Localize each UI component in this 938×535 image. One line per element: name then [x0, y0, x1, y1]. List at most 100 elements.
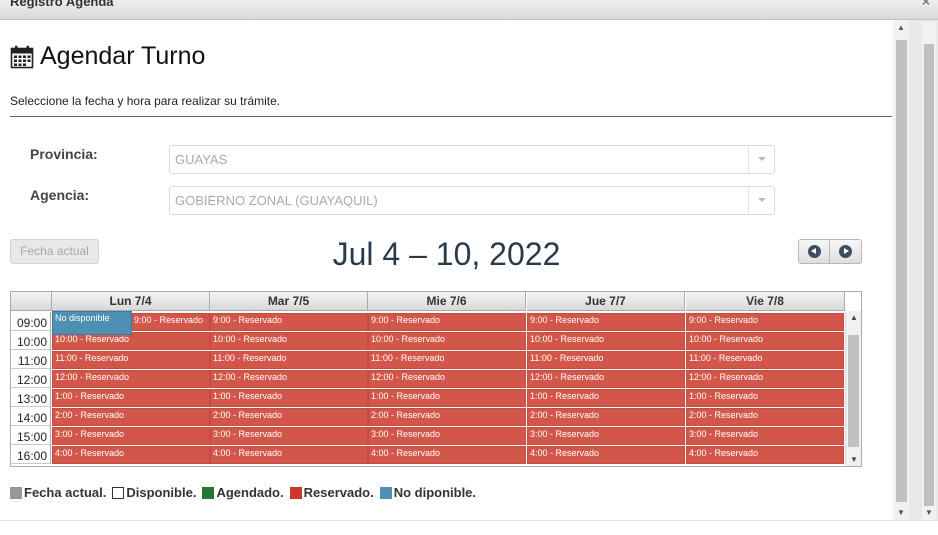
legend-item-agendado: Agendado.	[202, 485, 284, 500]
legend-swatch	[202, 486, 215, 499]
chevron-down-icon[interactable]	[748, 146, 774, 173]
scroll-down-icon[interactable]: ▼	[850, 455, 858, 464]
legend: Fecha actual. Disponible. Agendado. Rese…	[10, 485, 482, 500]
reserved-slot[interactable]: 11:00 - Reservado	[686, 351, 844, 369]
day-header: Lun 7/4	[52, 292, 210, 311]
reserved-slot[interactable]: 9:00 - Reservado	[368, 313, 526, 331]
legend-label: Fecha actual.	[24, 485, 107, 500]
provincia-select[interactable]: GUAYAS	[169, 145, 775, 174]
reserved-slot[interactable]: 10:00 - Reservado	[686, 332, 844, 350]
time-label: 11:00	[11, 350, 51, 369]
week-calendar: ▲ ▼ Lun 7/4 Mar 7/5 Mie 7/6 Jue 7/7 Vie 7/8 0…	[10, 291, 862, 467]
reserved-slot[interactable]: 3:00 - Reservado	[527, 427, 685, 445]
reserved-slot[interactable]: 10:00 - Reservado	[210, 332, 368, 350]
reserved-slot[interactable]: 9:00 - Reservado	[686, 313, 844, 331]
legend-swatch	[112, 486, 125, 499]
divider	[10, 116, 892, 117]
legend-label: Agendado.	[216, 485, 284, 500]
scroll-up-icon[interactable]: ▲	[897, 23, 905, 32]
reserved-slot[interactable]: 3:00 - Reservado	[52, 427, 210, 445]
next-week-button[interactable]	[830, 239, 862, 264]
reserved-slot[interactable]: 1:00 - Reservado	[210, 389, 368, 407]
not-available-slot: No disponible	[52, 311, 132, 335]
next-circle-icon	[839, 245, 852, 258]
time-column-header	[11, 292, 52, 311]
reserved-slot[interactable]: 11:00 - Reservado	[368, 351, 526, 369]
reserved-slot[interactable]: 9:00 - Reservado	[210, 313, 368, 331]
time-label: 16:00	[11, 445, 51, 464]
reserved-slot[interactable]: 4:00 - Reservado	[368, 446, 526, 464]
legend-swatch	[379, 486, 392, 499]
reserved-slot[interactable]: 3:00 - Reservado	[368, 427, 526, 445]
scroll-up-icon[interactable]: ▲	[850, 313, 858, 322]
scroll-thumb[interactable]	[924, 44, 934, 506]
day-header: Mar 7/5	[210, 292, 368, 311]
reserved-slot[interactable]: 12:00 - Reservado	[686, 370, 844, 388]
agencia-select[interactable]: GOBIERNO ZONAL (GUAYAQUIL)	[169, 186, 775, 215]
reserved-slot[interactable]: 4:00 - Reservado	[210, 446, 368, 464]
reserved-slot[interactable]: 12:00 - Reservado	[52, 370, 210, 388]
window-title: Registro Agenda	[10, 0, 114, 9]
day-header: Vie 7/8	[686, 292, 845, 311]
reserved-slot[interactable]: 1:00 - Reservado	[686, 389, 844, 407]
time-label: 15:00	[11, 426, 51, 445]
reserved-slot[interactable]: 12:00 - Reservado	[527, 370, 685, 388]
day-header: Mie 7/6	[368, 292, 526, 311]
chevron-down-icon[interactable]	[748, 187, 774, 214]
reserved-slot[interactable]: 11:00 - Reservado	[527, 351, 685, 369]
reserved-slot[interactable]: 11:00 - Reservado	[210, 351, 368, 369]
scroll-thumb[interactable]	[896, 40, 907, 502]
legend-swatch	[289, 486, 302, 499]
time-label: 13:00	[11, 388, 51, 407]
prev-week-button[interactable]	[798, 239, 830, 264]
prev-circle-icon	[808, 245, 821, 258]
day-header: Jue 7/7	[527, 292, 685, 311]
reserved-slot[interactable]: 2:00 - Reservado	[527, 408, 685, 426]
agencia-value: GOBIERNO ZONAL (GUAYAQUIL)	[175, 193, 378, 208]
scroll-down-icon[interactable]: ▼	[897, 508, 905, 517]
reserved-slot[interactable]: 9:00 - Reservado	[131, 313, 210, 331]
reserved-slot[interactable]: 2:00 - Reservado	[686, 408, 844, 426]
reserved-slot[interactable]: 2:00 - Reservado	[368, 408, 526, 426]
reserved-slot[interactable]: 1:00 - Reservado	[527, 389, 685, 407]
page-scrollbar[interactable]: ▼	[922, 22, 936, 520]
page-title-text: Agendar Turno	[40, 42, 206, 70]
legend-item-disponible: Disponible.	[112, 485, 196, 500]
reserved-slot[interactable]: 4:00 - Reservado	[527, 446, 685, 464]
provincia-label: Provincia:	[30, 146, 98, 162]
reserved-slot[interactable]: 1:00 - Reservado	[368, 389, 526, 407]
legend-item-reservado: Reservado.	[289, 485, 374, 500]
time-label: 09:00	[11, 312, 51, 331]
modal-scrollbar[interactable]: ▲ ▼	[893, 20, 909, 520]
reserved-slot[interactable]: 4:00 - Reservado	[52, 446, 210, 464]
calendar-scrollbar[interactable]: ▲ ▼	[845, 311, 861, 466]
time-label: 10:00	[11, 331, 51, 350]
legend-label: Disponible.	[126, 485, 197, 500]
close-icon[interactable]: ×	[922, 0, 930, 9]
reserved-slot[interactable]: 1:00 - Reservado	[52, 389, 210, 407]
reserved-slot[interactable]: 11:00 - Reservado	[52, 351, 210, 369]
reserved-slot[interactable]: 10:00 - Reservado	[368, 332, 526, 350]
modal-body: Agendar Turno Seleccione la fecha y hora…	[0, 20, 893, 520]
reserved-slot[interactable]: 2:00 - Reservado	[210, 408, 368, 426]
legend-swatch	[10, 486, 22, 499]
reserved-slot[interactable]: 12:00 - Reservado	[210, 370, 368, 388]
reserved-slot[interactable]: 3:00 - Reservado	[686, 427, 844, 445]
legend-item-fecha-actual: Fecha actual.	[10, 485, 106, 500]
window-titlebar: Registro Agenda ×	[0, 0, 938, 20]
provincia-value: GUAYAS	[175, 152, 228, 167]
reserved-slot[interactable]: 3:00 - Reservado	[210, 427, 368, 445]
scroll-down-icon[interactable]: ▼	[925, 508, 933, 517]
legend-label: No diponible.	[393, 485, 477, 500]
reserved-slot[interactable]: 12:00 - Reservado	[368, 370, 526, 388]
reserved-slot[interactable]: 2:00 - Reservado	[52, 408, 210, 426]
time-label: 12:00	[11, 369, 51, 388]
reserved-slot[interactable]: 4:00 - Reservado	[686, 446, 844, 464]
date-range-title: Jul 4 – 10, 2022	[332, 236, 561, 272]
reserved-slot[interactable]: 9:00 - Reservado	[527, 313, 685, 331]
reserved-slot[interactable]: 10:00 - Reservado	[527, 332, 685, 350]
page-subtitle: Seleccione la fecha y hora para realizar…	[10, 94, 281, 108]
scroll-thumb[interactable]	[848, 335, 859, 447]
bottom-strip	[0, 520, 938, 535]
calendar-icon	[10, 45, 34, 68]
